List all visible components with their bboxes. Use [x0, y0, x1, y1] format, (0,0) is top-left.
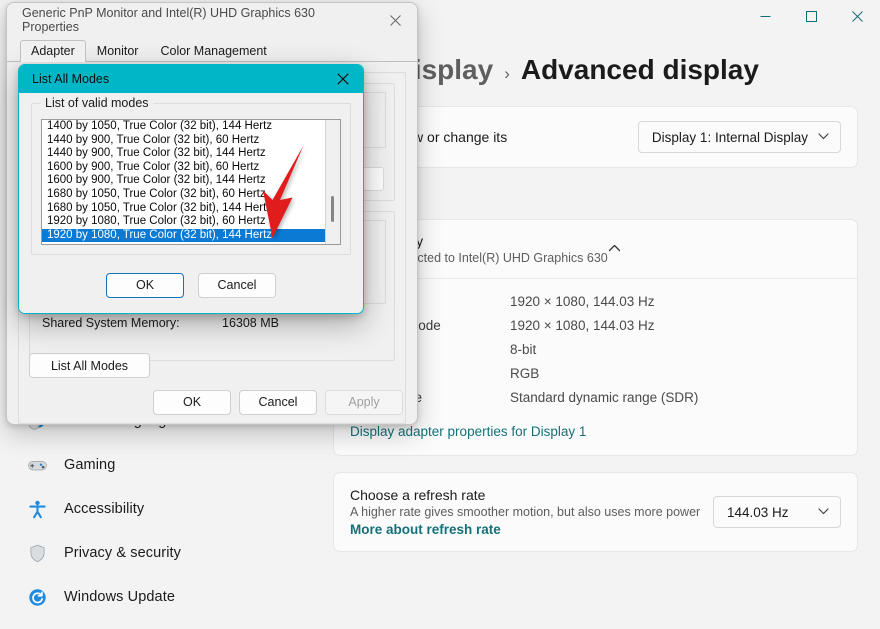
properties-close-button[interactable]	[373, 4, 417, 37]
spec-row: lepth 8-bit	[350, 337, 841, 361]
properties-titlebar: Generic PnP Monitor and Intel(R) UHD Gra…	[7, 3, 417, 37]
modes-dialog-footer: OK Cancel	[19, 257, 363, 313]
shared-system-memory-row: Shared System Memory: 16308 MB	[30, 312, 394, 330]
sidebar-item-label: Windows Update	[64, 589, 175, 605]
display-select[interactable]: Display 1: Internal Display	[638, 121, 841, 153]
display-adapter-properties-link[interactable]: Display adapter properties for Display 1	[350, 424, 586, 439]
chevron-down-icon	[818, 132, 829, 143]
refresh-rate-row: Choose a refresh rate A higher rate give…	[334, 473, 857, 551]
maximize-icon	[806, 11, 817, 22]
modes-close-button[interactable]	[323, 65, 363, 93]
refresh-rate-value: 144.03 Hz	[727, 505, 789, 520]
spec-value: 1920 × 1080, 144.03 Hz	[510, 294, 655, 309]
maximize-button[interactable]	[788, 0, 834, 32]
spec-row: ktop mode 1920 × 1080, 144.03 Hz	[350, 289, 841, 313]
spec-row: or format RGB	[350, 361, 841, 385]
spec-value: 1920 × 1080, 144.03 Hz	[510, 318, 655, 333]
display-select-value: Display 1: Internal Display	[652, 130, 808, 145]
list-all-modes-dialog: List All Modes List of valid modes 1400 …	[18, 64, 364, 314]
valid-modes-label: List of valid modes	[41, 96, 153, 110]
spec-value: Standard dynamic range (SDR)	[510, 390, 698, 405]
tab-monitor[interactable]: Monitor	[86, 40, 150, 62]
chevron-up-icon[interactable]	[608, 244, 621, 255]
modes-listbox[interactable]: 1400 by 1050, True Color (32 bit), 144 H…	[41, 119, 341, 245]
close-icon	[390, 15, 401, 26]
list-item[interactable]: 1680 by 1050, True Color (32 bit), 60 He…	[42, 188, 340, 202]
refresh-rate-title: Choose a refresh rate	[350, 487, 701, 503]
sidebar-item-privacy-security[interactable]: Privacy & security	[12, 533, 317, 573]
spec-value: RGB	[510, 366, 539, 381]
modes-dialog-titlebar: List All Modes	[19, 65, 363, 93]
update-refresh-icon	[26, 586, 48, 608]
more-about-refresh-rate-link[interactable]: More about refresh rate	[350, 522, 701, 537]
sidebar-nav-list: Time & language Gaming	[0, 397, 325, 621]
list-item[interactable]: 1600 by 900, True Color (32 bit), 60 Her…	[42, 161, 340, 175]
properties-dialog-title: Generic PnP Monitor and Intel(R) UHD Gra…	[22, 6, 373, 34]
properties-apply-button: Apply	[325, 390, 403, 415]
minimize-icon	[760, 11, 771, 22]
list-all-modes-button[interactable]: List All Modes	[29, 353, 150, 378]
list-item[interactable]: 1600 by 900, True Color (32 bit), 144 He…	[42, 174, 340, 188]
list-item[interactable]: 1440 by 900, True Color (32 bit), 60 Her…	[42, 134, 340, 148]
chevron-down-icon	[818, 507, 829, 518]
sidebar-item-label: Accessibility	[64, 501, 144, 517]
refresh-rate-select[interactable]: 144.03 Hz	[713, 496, 841, 528]
refresh-rate-card: Choose a refresh rate A higher rate give…	[333, 472, 858, 552]
accessibility-person-icon	[26, 498, 48, 520]
shield-icon	[26, 542, 48, 564]
close-icon	[852, 11, 863, 22]
tab-color-management[interactable]: Color Management	[149, 40, 277, 62]
modes-cancel-button[interactable]: Cancel	[198, 273, 276, 298]
minimize-button[interactable]	[742, 0, 788, 32]
properties-tabstrip: Adapter Monitor Color Management	[7, 37, 417, 62]
close-button[interactable]	[834, 0, 880, 32]
list-item[interactable]: 1440 by 900, True Color (32 bit), 144 He…	[42, 147, 340, 161]
modes-dialog-title: List All Modes	[32, 72, 323, 86]
modes-ok-button[interactable]: OK	[106, 273, 184, 298]
sidebar-item-gaming[interactable]: Gaming	[12, 445, 317, 485]
list-item[interactable]: 1400 by 1050, True Color (32 bit), 144 H…	[42, 120, 340, 134]
refresh-rate-text: Choose a refresh rate A higher rate give…	[350, 487, 701, 537]
spec-value: 8-bit	[510, 342, 536, 357]
properties-footer: OK Cancel Apply	[7, 380, 417, 424]
valid-modes-groupbox: List of valid modes 1400 by 1050, True C…	[31, 103, 351, 255]
shared-memory-label: Shared System Memory:	[42, 316, 222, 330]
properties-ok-button[interactable]: OK	[153, 390, 231, 415]
modes-list-scrollbar[interactable]	[325, 120, 340, 244]
modes-list-scrollbar-thumb[interactable]	[331, 196, 334, 222]
breadcrumb-separator: ›	[504, 64, 510, 84]
modes-dialog-body: List of valid modes 1400 by 1050, True C…	[19, 93, 363, 313]
page-title: Advanced display	[521, 54, 759, 86]
list-item-selected[interactable]: 1920 by 1080, True Color (32 bit), 144 H…	[42, 229, 340, 243]
refresh-rate-subtitle: A higher rate gives smoother motion, but…	[350, 505, 701, 519]
close-icon	[337, 73, 349, 85]
tab-adapter[interactable]: Adapter	[20, 40, 86, 62]
sidebar-item-windows-update[interactable]: Windows Update	[12, 577, 317, 617]
sidebar-item-accessibility[interactable]: Accessibility	[12, 489, 317, 529]
sidebar-item-label: Privacy & security	[64, 545, 181, 561]
spec-row: ve signal mode 1920 × 1080, 144.03 Hz	[350, 313, 841, 337]
shared-memory-value: 16308 MB	[222, 316, 279, 330]
properties-cancel-button[interactable]: Cancel	[239, 390, 317, 415]
list-item[interactable]: 1920 by 1080, True Color (32 bit), 60 He…	[42, 215, 340, 229]
list-item[interactable]: 1680 by 1050, True Color (32 bit), 144 H…	[42, 202, 340, 216]
spec-row: Color space Standard dynamic range (SDR)	[350, 385, 841, 409]
gamepad-icon	[26, 454, 48, 476]
sidebar-item-label: Gaming	[64, 457, 115, 473]
